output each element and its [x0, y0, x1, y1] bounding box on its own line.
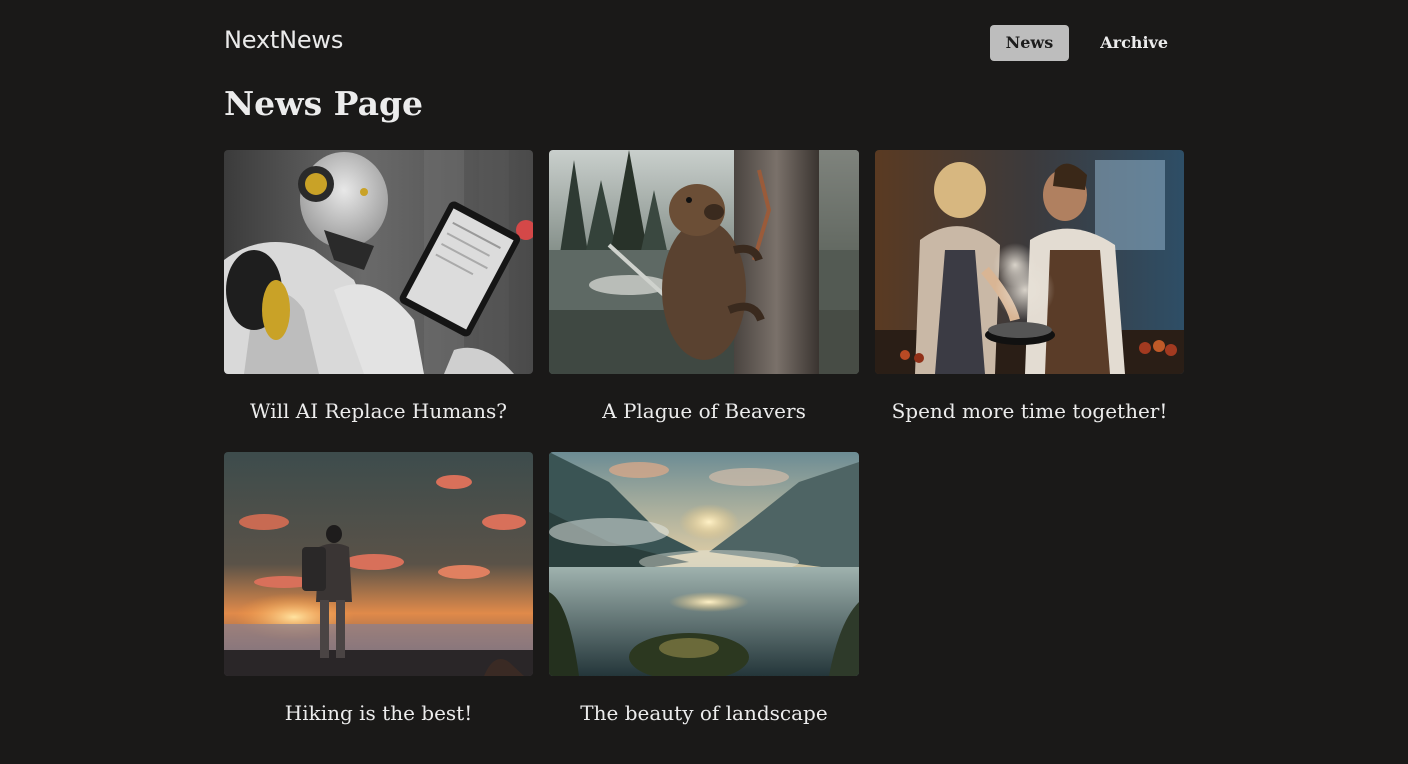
article-image-cooking: [875, 150, 1184, 374]
site-logo[interactable]: NextNews: [224, 26, 343, 54]
main-nav: News Archive: [989, 25, 1184, 61]
article-title: The beauty of landscape: [580, 701, 828, 725]
article-card[interactable]: The beauty of landscape: [549, 452, 859, 728]
article-title: Will AI Replace Humans?: [250, 399, 507, 423]
nav-news-link[interactable]: News: [989, 25, 1070, 61]
article-image-robot: [224, 150, 533, 374]
article-grid: Will AI Replace Humans? A Plague of Beav…: [224, 150, 1184, 728]
article-title: Hiking is the best!: [284, 701, 473, 725]
article-card[interactable]: A Plague of Beavers: [549, 150, 859, 426]
article-title: Spend more time together!: [891, 399, 1168, 423]
nav-archive-link[interactable]: Archive: [1084, 25, 1184, 61]
article-image-beaver: [549, 150, 859, 374]
article-card[interactable]: Spend more time together!: [875, 150, 1184, 426]
page-container: NextNews News Archive News Page Will AI …: [224, 0, 1184, 764]
article-title: A Plague of Beavers: [602, 399, 806, 423]
site-header: NextNews News Archive: [224, 0, 1184, 86]
article-card[interactable]: Will AI Replace Humans?: [224, 150, 533, 426]
article-image-hiker: [224, 452, 533, 676]
page-title: News Page: [224, 84, 424, 123]
article-card[interactable]: Hiking is the best!: [224, 452, 533, 728]
article-image-landscape: [549, 452, 859, 676]
